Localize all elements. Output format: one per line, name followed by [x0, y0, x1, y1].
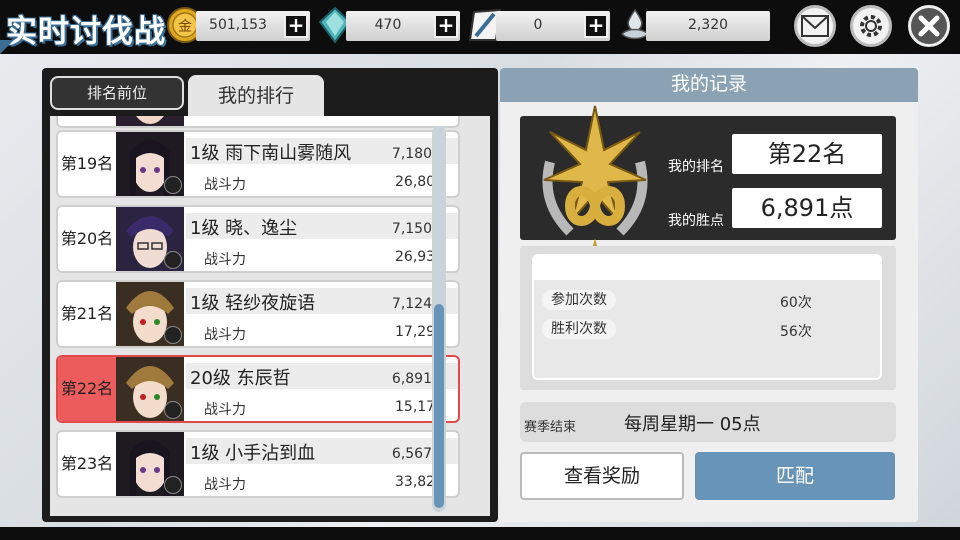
tab-my-rank[interactable]: 我的排行 — [188, 75, 324, 121]
avatar — [116, 357, 184, 421]
my-rank-value: 第22名 — [732, 134, 882, 174]
crystal-counter: 470 + — [346, 11, 460, 41]
player-level-name: 1级 小手沾到血 — [190, 443, 316, 464]
stats-section: 参加次数 60次 胜利次数 56次 — [520, 246, 896, 390]
table-row-me[interactable]: 第22名 20级 东辰哲 6,891点 战斗力 15,176 — [56, 355, 460, 423]
page-title: 实时讨伐战 — [6, 14, 166, 50]
power-label: 战斗力 — [204, 477, 246, 493]
player-info: 1级 晓、逸尘 7,150点 — [186, 213, 458, 239]
scrollbar-thumb[interactable] — [434, 304, 444, 508]
rank-summary: 我的排名 第22名 我的胜点 6,891点 — [520, 105, 896, 250]
rank-badge-icon — [542, 105, 648, 250]
player-level-name: 20级 东辰哲 — [190, 368, 291, 389]
gold-value: 501,153 — [209, 17, 267, 33]
rank-label: 第21名 — [60, 304, 114, 323]
settings-button[interactable] — [850, 5, 892, 47]
my-points-label: 我的胜点 — [668, 213, 724, 229]
stats-card: 参加次数 60次 胜利次数 56次 — [532, 254, 882, 380]
add-ticket-button[interactable]: + — [584, 14, 608, 38]
settings-gear-icon — [860, 15, 882, 37]
add-gold-button[interactable]: + — [284, 14, 308, 38]
avatar — [116, 207, 184, 271]
power-label: 战斗力 — [204, 252, 246, 268]
rank-label: 第20名 — [60, 229, 114, 248]
bottom-band — [0, 527, 960, 540]
ranking-list[interactable]: 第19名 1级 雨下南山雾随风 7,180点 战斗力 26,805 第20名 1… — [50, 116, 490, 516]
season-end-label: 赛季结束 — [524, 420, 577, 435]
player-info: 20级 东辰哲 6,891点 — [186, 363, 458, 389]
stats-header — [534, 256, 880, 280]
ticket-value: 0 — [533, 17, 543, 33]
rank-label: 第19名 — [60, 154, 114, 173]
close-icon — [918, 15, 940, 37]
table-row[interactable]: 第21名 1级 轻纱夜旋语 7,124点 战斗力 17,295 — [56, 280, 460, 348]
magnifier-icon[interactable] — [164, 401, 182, 419]
table-row[interactable]: 第19名 1级 雨下南山雾随风 7,180点 战斗力 26,805 — [56, 130, 460, 198]
avatar — [116, 116, 184, 126]
corner-accent — [0, 40, 14, 54]
power-label: 战斗力 — [204, 177, 246, 193]
season-end-value: 每周星期一 05点 — [624, 414, 761, 435]
rank-label: 第23名 — [60, 454, 114, 473]
my-record-panel: 我的记录 我的排名 第22名 我的胜点 6,891点 参加次数 60次 胜利次数… — [500, 68, 918, 522]
top-bar: 实时讨伐战 金 501,153 + 470 + 0 + 2,320 — [0, 0, 960, 54]
table-row[interactable]: 第23名 1级 小手沾到血 6,567点 战斗力 33,828 — [56, 430, 460, 498]
gold-counter: 501,153 + — [196, 11, 310, 41]
magnifier-icon[interactable] — [164, 326, 182, 344]
stat-participation-value: 60次 — [780, 295, 812, 311]
player-info: 1级 雨下南山雾随风 7,180点 — [186, 138, 458, 164]
svg-text:金: 金 — [178, 19, 192, 35]
player-info: 1级 小手沾到血 6,567点 — [186, 438, 458, 464]
match-button[interactable]: 匹配 — [695, 452, 895, 500]
close-button[interactable] — [908, 5, 950, 47]
stat-participation-label: 参加次数 — [542, 290, 616, 310]
essence-counter: 2,320 — [646, 11, 770, 41]
player-level-name: 1级 轻纱夜旋语 — [190, 293, 316, 314]
my-points-value: 6,891点 — [732, 188, 882, 228]
ticket-counter: 0 + — [496, 11, 610, 41]
view-reward-button[interactable]: 查看奖励 — [520, 452, 684, 500]
my-rank-label: 我的排名 — [668, 159, 724, 175]
table-row[interactable]: 第20名 1级 晓、逸尘 7,150点 战斗力 26,939 — [56, 205, 460, 273]
add-crystal-button[interactable]: + — [434, 14, 458, 38]
player-level-name: 1级 晓、逸尘 — [190, 218, 298, 239]
season-end-section: 赛季结束 每周星期一 05点 — [520, 402, 896, 442]
panel-title: 我的记录 — [500, 68, 918, 102]
essence-value: 2,320 — [687, 17, 729, 33]
tab-top-rank[interactable]: 排名前位 — [50, 76, 184, 110]
mail-icon — [801, 15, 829, 37]
mail-button[interactable] — [794, 5, 836, 47]
scrollbar[interactable] — [432, 126, 446, 512]
stat-wins-value: 56次 — [780, 324, 812, 340]
player-info: 1级 轻纱夜旋语 7,124点 — [186, 288, 458, 314]
crystal-value: 470 — [374, 17, 402, 33]
magnifier-icon[interactable] — [164, 176, 182, 194]
power-label: 战斗力 — [204, 402, 246, 418]
avatar — [116, 432, 184, 496]
magnifier-icon[interactable] — [164, 251, 182, 269]
avatar — [116, 132, 184, 196]
rank-label: 第22名 — [58, 357, 116, 421]
player-level-name: 1级 雨下南山雾随风 — [190, 143, 352, 164]
power-label: 战斗力 — [204, 327, 246, 343]
ranking-panel: 排名前位 我的排行 第19名 1级 雨下南山雾随风 7,180点 战斗力 26,… — [42, 68, 498, 522]
avatar — [116, 282, 184, 346]
stat-wins-label: 胜利次数 — [542, 319, 616, 339]
list-item[interactable] — [56, 116, 460, 128]
magnifier-icon[interactable] — [164, 476, 182, 494]
